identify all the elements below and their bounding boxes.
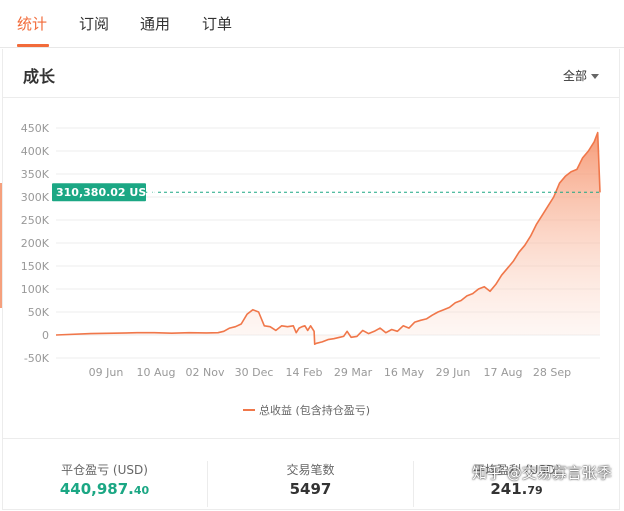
x-tick-label: 28 Sep [533, 366, 571, 379]
watermark: 知乎 @交易寡言张季 [472, 464, 612, 482]
stat-label: 交易笔数 [286, 463, 335, 477]
x-tick-label: 29 Jun [436, 366, 471, 379]
x-tick-label: 09 Jun [89, 366, 124, 379]
y-tick-label: 300K [21, 191, 50, 204]
y-axis-labels: 450K 400K 350K 300K 250K 200K 150K 100K 50K 0 -50K [21, 122, 50, 365]
y-tick-label: 350K [21, 168, 50, 181]
growth-chart: 450K 400K 350K 300K 250K 200K 150K 100K 50K 0 -50K… [21, 122, 601, 417]
y-tick-label: -50K [24, 352, 50, 365]
y-tick-label: 150K [21, 260, 50, 273]
stat-value: 440,987.40 [59, 480, 150, 498]
marker-value-text: 310,380.02 USD [56, 186, 155, 199]
x-tick-label: 14 Feb [286, 366, 323, 379]
x-axis-labels: 09 Jun 10 Aug 02 Nov 30 Dec 14 Feb 29 Mar 16 M… [89, 366, 571, 379]
stat-closed-pnl: 平仓盈亏 (USD) 440,987.40 [2, 439, 207, 511]
x-tick-label: 30 Dec [235, 366, 274, 379]
x-tick-label: 29 Mar [334, 366, 373, 379]
stat-value: 5497 [289, 480, 332, 498]
y-tick-label: 450K [21, 122, 50, 135]
y-tick-label: 250K [21, 214, 50, 227]
chart-legend[interactable]: 总收益 (包含持仓盈亏) [243, 403, 370, 417]
y-tick-label: 400K [21, 145, 50, 158]
x-tick-label: 16 May [384, 366, 425, 379]
legend-label: 总收益 (包含持仓盈亏) [259, 403, 370, 417]
y-tick-label: 0 [42, 329, 49, 342]
y-tick-label: 50K [28, 306, 50, 319]
x-tick-label: 10 Aug [137, 366, 176, 379]
x-tick-label: 02 Nov [186, 366, 225, 379]
y-tick-label: 100K [21, 283, 50, 296]
stat-trade-count: 交易笔数 5497 [208, 439, 413, 511]
stat-label: 平仓盈亏 (USD) [61, 463, 148, 477]
y-tick-label: 200K [21, 237, 50, 250]
x-tick-label: 17 Aug [484, 366, 523, 379]
